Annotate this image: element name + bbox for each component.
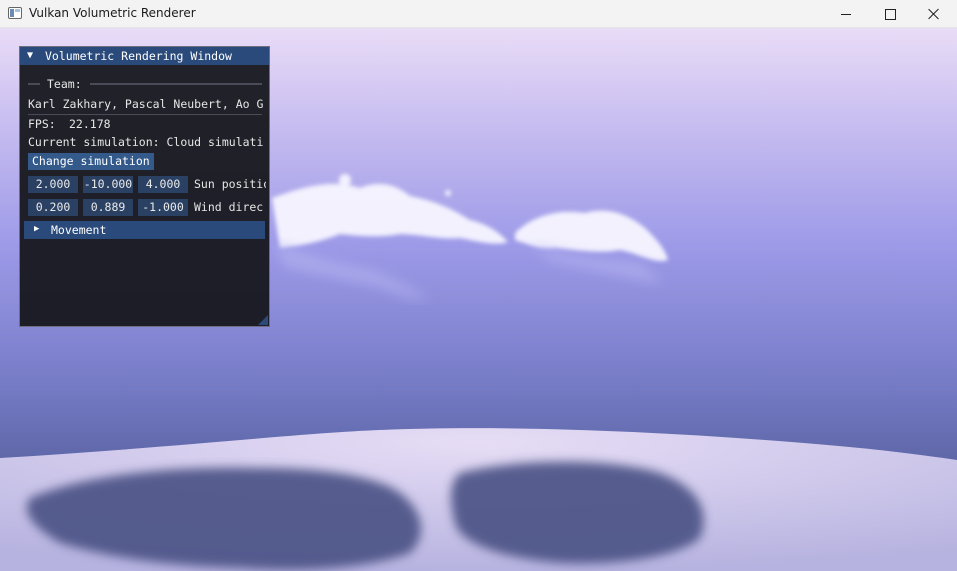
expand-arrow-icon: ▶: [34, 224, 40, 234]
collapse-arrow-icon[interactable]: ▼: [27, 50, 33, 61]
fps-label: FPS:: [28, 117, 56, 131]
maximize-button[interactable]: [867, 0, 913, 28]
team-label: Team:: [47, 77, 82, 91]
volumetric-rendering-panel[interactable]: ▼ Volumetric Rendering Window Team: Karl…: [19, 46, 270, 327]
wind-direction-z-field[interactable]: -1.000: [138, 199, 188, 216]
maximize-icon: [884, 8, 896, 20]
close-icon: [928, 8, 940, 20]
sun-position-y-field[interactable]: -10.000: [83, 176, 133, 193]
close-button[interactable]: [911, 0, 957, 28]
sun-position-z-field[interactable]: 4.000: [138, 176, 188, 193]
app-icon: [8, 7, 22, 19]
sun-position-label: Sun positio: [194, 177, 266, 191]
team-separator-right: [90, 83, 262, 85]
panel-title-bar[interactable]: ▼ Volumetric Rendering Window: [20, 47, 269, 65]
resize-grip-icon[interactable]: [258, 315, 268, 325]
minimize-button[interactable]: [823, 0, 869, 28]
divider: [28, 114, 262, 115]
wind-direction-x-field[interactable]: 0.200: [28, 199, 78, 216]
render-viewport[interactable]: ▼ Volumetric Rendering Window Team: Karl…: [0, 28, 957, 571]
team-separator-left: [28, 83, 40, 85]
movement-header[interactable]: ▶ Movement: [24, 221, 265, 239]
wind-y-value: 0.889: [90, 200, 126, 214]
sun-z-value: 4.000: [145, 177, 181, 191]
wind-z-value: -1.000: [142, 200, 184, 214]
sun-y-value: -10.000: [83, 177, 133, 191]
wind-direction-label: Wind direc: [194, 200, 264, 214]
app-window: Vulkan Volumetric Renderer ▼ Volumetric …: [0, 0, 957, 571]
movement-header-label: Movement: [51, 223, 107, 237]
change-simulation-button[interactable]: Change simulation: [28, 153, 154, 170]
sun-position-x-field[interactable]: 2.000: [28, 176, 78, 193]
fps-value: 22.178: [69, 117, 111, 131]
title-bar[interactable]: Vulkan Volumetric Renderer: [0, 0, 957, 28]
wind-x-value: 0.200: [35, 200, 71, 214]
sun-x-value: 2.000: [35, 177, 71, 191]
team-members: Karl Zakhary, Pascal Neubert, Ao G: [28, 97, 264, 111]
minimize-icon: [841, 13, 851, 15]
panel-title: Volumetric Rendering Window: [45, 49, 232, 63]
window-title: Vulkan Volumetric Renderer: [29, 6, 196, 20]
current-simulation-text: Current simulation: Cloud simulati: [28, 135, 264, 149]
wind-direction-y-field[interactable]: 0.889: [83, 199, 133, 216]
